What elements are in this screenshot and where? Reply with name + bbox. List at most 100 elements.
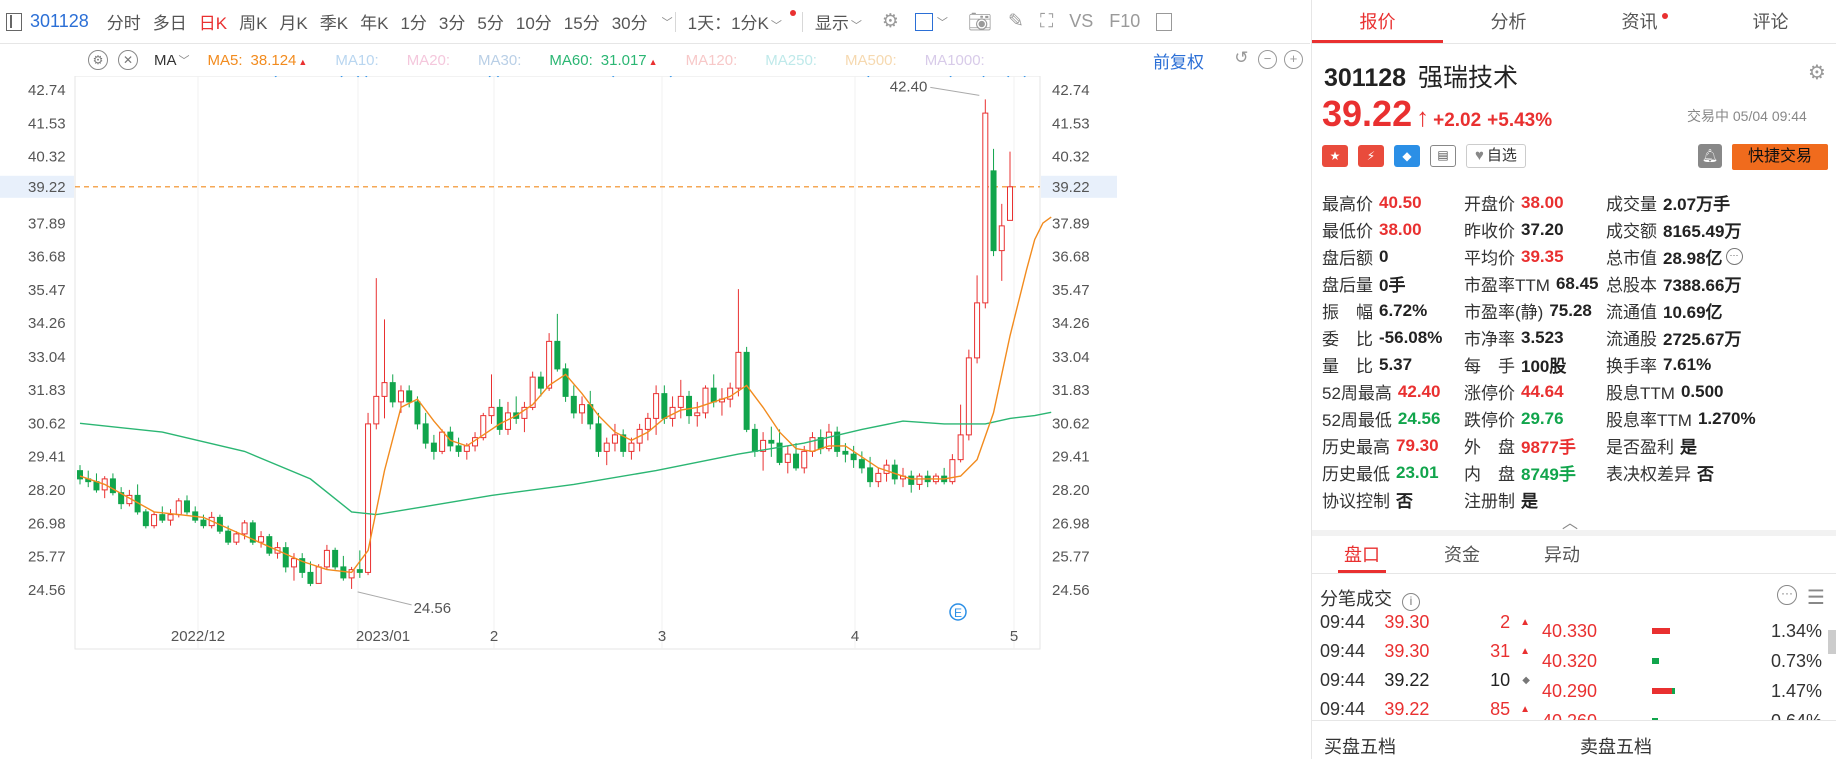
ma-item-0[interactable]: MA5: 38.124 ▲ — [208, 52, 308, 69]
quick-trade-button[interactable]: 快捷交易 — [1732, 144, 1828, 170]
panel-tab-1[interactable]: 分析 — [1443, 0, 1574, 43]
chevron-down-icon[interactable]: ﹀ — [662, 14, 673, 30]
y-tick-label: 41.53 — [28, 115, 66, 132]
ma-values: MA5: 38.124 ▲ MA10: MA20: MA30: MA60: 31.017 ▲ MA… — [208, 52, 1013, 69]
quote-label: 量 比 — [1322, 357, 1373, 376]
period-tab-0[interactable]: 分时 — [107, 9, 153, 34]
undo-icon[interactable]: ↺ — [1232, 49, 1251, 69]
candle-body — [439, 431, 446, 452]
ma-item-7[interactable]: MA500: — [845, 52, 897, 69]
period-tab-11[interactable]: 15分 — [564, 9, 612, 34]
stock-code[interactable]: 301128 — [30, 11, 89, 32]
chevron-down-icon[interactable]: ﹀ — [937, 14, 948, 30]
period-tab-6[interactable]: 年K — [360, 9, 400, 34]
ma-label: MA1000: — [924, 51, 985, 69]
candle-body — [809, 437, 816, 452]
ma-item-6[interactable]: MA250: — [765, 52, 817, 69]
panel-tab-2[interactable]: 资讯 — [1574, 0, 1705, 43]
period-tab-5[interactable]: 季K — [320, 9, 360, 34]
candle-body — [175, 500, 182, 516]
sidebar-toggle-icon[interactable] — [6, 12, 22, 31]
fullscreen-icon[interactable]: ⛶ — [1040, 11, 1053, 33]
quote-value: 24.56 — [1397, 408, 1441, 428]
period-tab-2[interactable]: 日K — [199, 9, 239, 34]
up-arrow-icon: ↑ — [1416, 102, 1430, 132]
candle-body — [455, 445, 462, 452]
trade-time: 09:44 — [1320, 670, 1366, 690]
period-tab-3[interactable]: 周K — [239, 9, 279, 34]
quote-value: 5.37 — [1379, 354, 1413, 374]
subtab-0[interactable]: 盘口 — [1312, 536, 1412, 573]
settings-gear-icon[interactable]: ⚙ — [882, 10, 899, 33]
ma-item-1[interactable]: MA10: — [335, 52, 378, 69]
panel-tab-3[interactable]: 评论 — [1705, 0, 1836, 43]
note-badge-icon[interactable]: ▤ — [1430, 145, 1456, 167]
trade-row: 09:44 39.22 10 ◆ — [1320, 666, 1530, 695]
candle-body — [595, 423, 602, 452]
ma-item-2[interactable]: MA20: — [407, 52, 450, 69]
color-box-icon[interactable] — [914, 12, 933, 31]
indicator-type[interactable]: MA — [154, 52, 177, 69]
pencil-icon[interactable]: ✎ — [1008, 10, 1024, 33]
quote-value: 0.500 — [1680, 381, 1724, 401]
quote-cell: 是否盈利是 — [1606, 432, 1836, 459]
vs-compare-button[interactable]: VS — [1069, 11, 1093, 32]
ma-item-5[interactable]: MA120: — [686, 52, 738, 69]
candle-body — [373, 395, 380, 425]
candle-body — [957, 434, 964, 461]
display-select[interactable]: 显示 ﹀ — [815, 9, 874, 34]
period-tab-12[interactable]: 30分 — [612, 9, 660, 34]
trade-volume: 31 — [1490, 641, 1511, 661]
candlestick-chart[interactable]: 42.74 41.53 40.32 39.22 37.89 36.68 35.47 34.26… — [0, 76, 1310, 759]
zoom-in-icon[interactable]: + — [1284, 50, 1303, 69]
y-tick-label: 39.22 — [28, 179, 66, 196]
subtab-2[interactable]: 异动 — [1512, 536, 1612, 573]
candle-body — [307, 571, 314, 584]
quote-label: 跌停价 — [1464, 411, 1515, 430]
ma-label: MA20: — [406, 51, 451, 69]
candle-body — [315, 566, 322, 584]
period-tab-7[interactable]: 1分 — [400, 9, 438, 34]
lightning-badge-icon[interactable]: ⚡ — [1358, 145, 1384, 167]
indicator-settings-icon[interactable]: ⚙ — [88, 50, 108, 70]
price-depth-list: 40.330 1.34% 40.320 0.73% 40.290 1.47% 40.260 0… — [1542, 616, 1832, 720]
period-tab-4[interactable]: 月K — [279, 9, 319, 34]
interval-select[interactable]: 1天：1分K ﹀ — [688, 9, 794, 34]
quote-value: 29.76 — [1521, 408, 1564, 428]
quote-value: 是 — [1521, 492, 1538, 511]
quote-cell: 总股本 7388.66万 — [1606, 270, 1836, 297]
ma-label: MA30: — [478, 51, 522, 69]
settings-gear-icon[interactable]: ⚙ — [1808, 60, 1826, 85]
ma-label: MA500: — [844, 51, 897, 69]
ma-item-3[interactable]: MA30: — [478, 52, 521, 69]
candle-body — [167, 514, 174, 521]
period-tab-1[interactable]: 多日 — [153, 9, 199, 34]
f10-button[interactable]: F10 — [1109, 11, 1140, 32]
chevron-down-icon[interactable]: ﹀ — [179, 52, 190, 68]
camera-icon[interactable]: 📷︎ — [968, 10, 992, 34]
more-options-icon[interactable]: ··· — [1777, 585, 1797, 605]
tag-badge-icon[interactable]: ◆ — [1394, 145, 1420, 167]
y-tick-label: 29.41 — [1052, 449, 1090, 466]
y-tick-label: 25.77 — [28, 549, 66, 566]
period-tab-9[interactable]: 5分 — [477, 9, 515, 34]
ma-item-4[interactable]: MA60: 31.017 ▲ — [549, 52, 657, 69]
period-tab-10[interactable]: 10分 — [516, 9, 564, 34]
quote-row: 振 幅 6.72% 市盈率(静) 75.28 流通值 10.69亿 — [1322, 297, 1836, 324]
adjust-price-button[interactable]: 前复权 — [1153, 48, 1204, 73]
scrollbar[interactable] — [1828, 630, 1836, 654]
list-view-icon[interactable]: ☰ — [1807, 585, 1825, 610]
period-tab-8[interactable]: 3分 — [439, 9, 477, 34]
flag-badge-icon[interactable]: ★ — [1322, 145, 1348, 167]
zoom-out-icon[interactable]: − — [1258, 50, 1277, 69]
candle-body — [266, 536, 273, 554]
close-indicator-icon[interactable]: ✕ — [118, 50, 138, 70]
ma-item-8[interactable]: MA1000: — [925, 52, 985, 69]
add-watchlist-button[interactable]: ♥ 自选 — [1466, 144, 1526, 168]
subtab-1[interactable]: 资金 — [1412, 536, 1512, 573]
panel-tab-0[interactable]: 报价 — [1312, 0, 1443, 43]
panel-toggle-icon[interactable] — [1156, 12, 1173, 31]
more-icon[interactable]: ··· — [1725, 248, 1743, 265]
quote-row: 历史最高 79.30 外 盘 9877手 是否盈利是 — [1322, 432, 1836, 459]
bell-icon[interactable]: 🔔︎ — [1698, 144, 1722, 168]
